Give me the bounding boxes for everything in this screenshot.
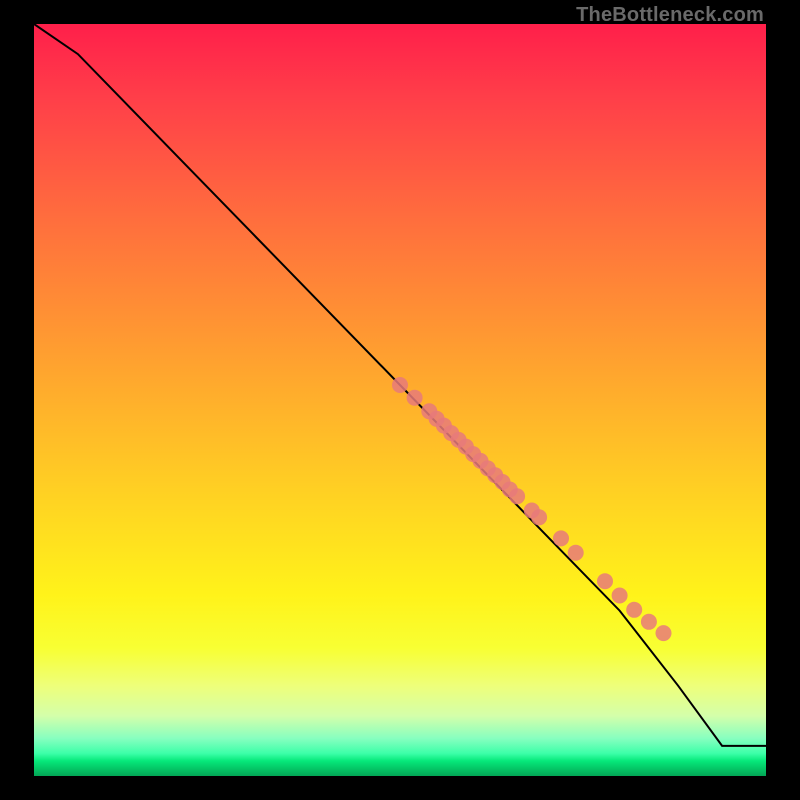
scatter-point xyxy=(509,488,525,504)
chart-overlay xyxy=(34,24,766,776)
scatter-point xyxy=(407,390,423,406)
scatter-point xyxy=(641,614,657,630)
scatter-point xyxy=(568,545,584,561)
scatter-points xyxy=(392,377,672,641)
scatter-point xyxy=(626,602,642,618)
scatter-point xyxy=(656,625,672,641)
chart-frame: TheBottleneck.com xyxy=(0,0,800,800)
scatter-point xyxy=(597,573,613,589)
plot-area xyxy=(34,24,766,776)
scatter-point xyxy=(553,530,569,546)
scatter-point xyxy=(392,377,408,393)
scatter-point xyxy=(531,509,547,525)
scatter-point xyxy=(612,588,628,604)
